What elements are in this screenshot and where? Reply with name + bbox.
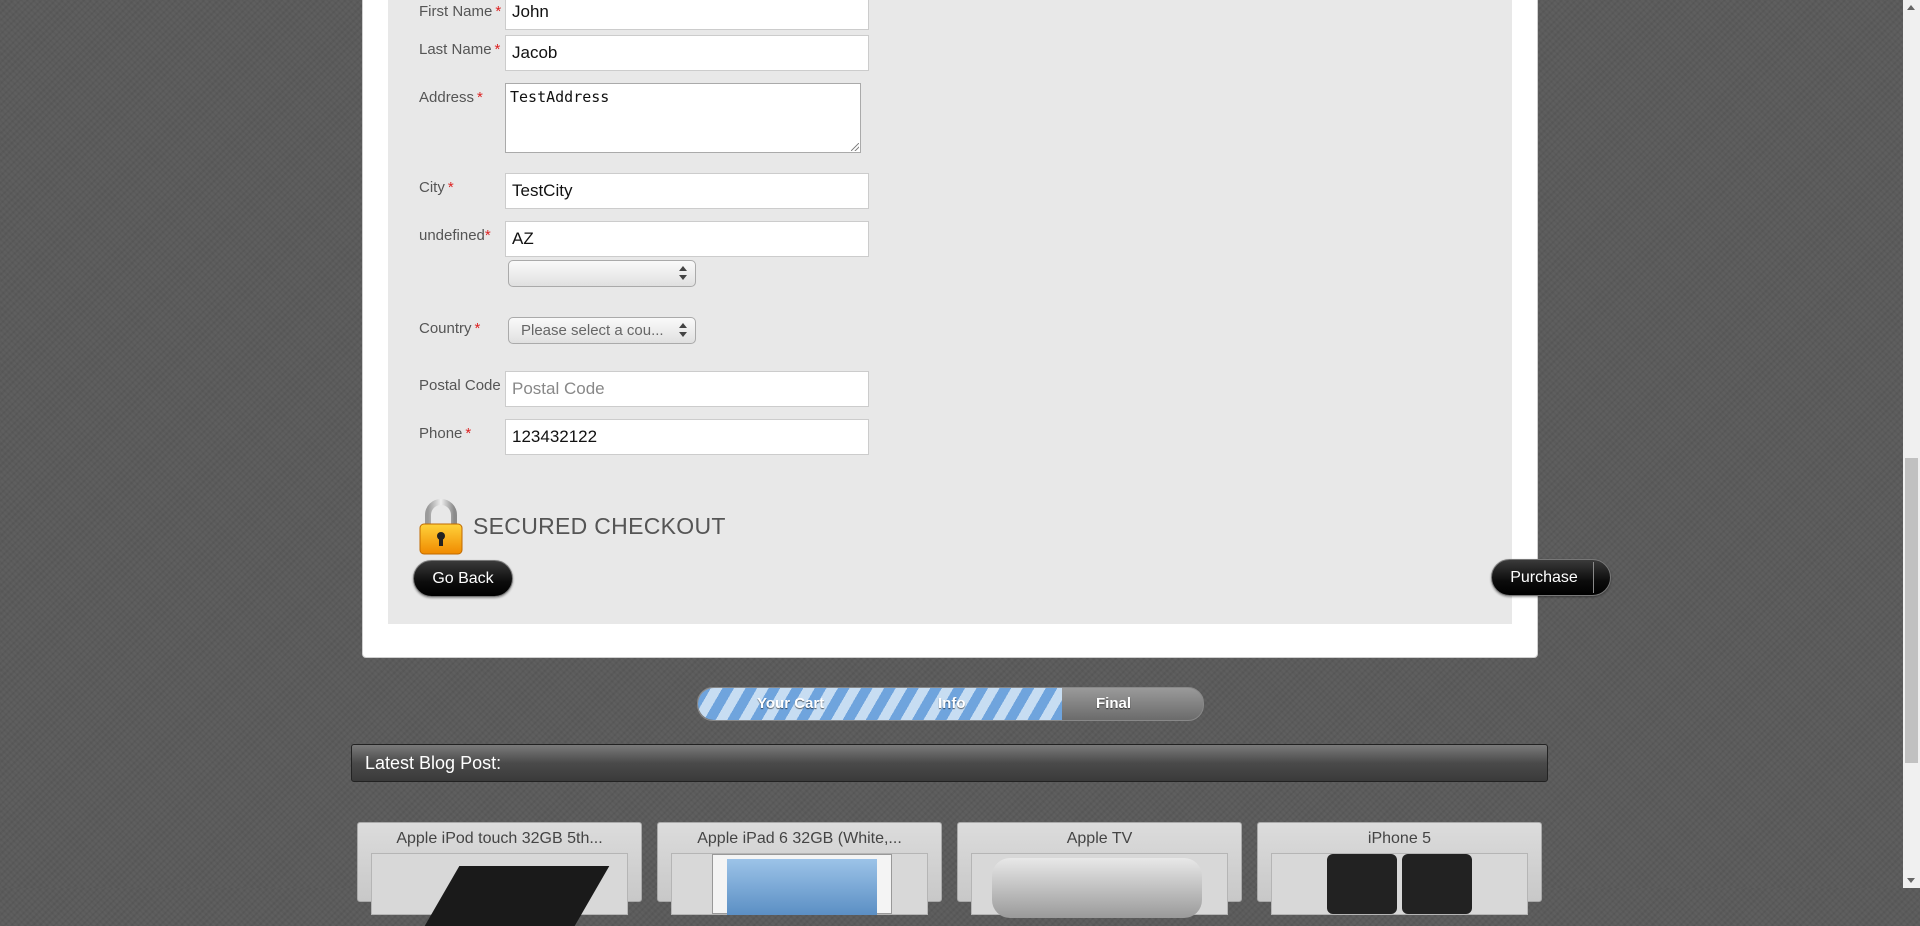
postal-code-input[interactable]: Postal Code	[505, 371, 869, 407]
city-input[interactable]: TestCity	[505, 173, 869, 209]
product-card[interactable]: iPhone 5	[1257, 822, 1542, 915]
phone-label: Phone *	[419, 425, 472, 442]
product-card[interactable]: Apple iPad 6 32GB (White,...	[657, 822, 942, 915]
first-name-label: First Name *	[419, 3, 502, 20]
progress-step-final: Final	[1096, 695, 1132, 712]
country-select[interactable]: Please select a cou...	[508, 317, 696, 344]
product-card[interactable]: Apple TV	[957, 822, 1242, 918]
checkout-progress-bar: Your Cart Info Final	[697, 687, 1204, 721]
product-thumbnail[interactable]	[371, 853, 628, 926]
country-label: Country *	[419, 320, 481, 337]
checkout-panel: First Name * John Last Name * Jacob Addres…	[362, 0, 1611, 658]
padlock-icon	[419, 499, 463, 555]
product-thumbnail[interactable]	[1271, 853, 1528, 915]
state-input[interactable]: AZ	[505, 221, 869, 257]
product-name[interactable]: Apple iPod touch 32GB 5th...	[358, 830, 641, 848]
progress-step-info: Info	[938, 695, 966, 712]
select-arrows-icon	[679, 266, 687, 280]
product-thumbnail[interactable]	[671, 853, 928, 915]
progress-step-your-cart: Your Cart	[757, 695, 825, 712]
purchase-button[interactable]: Purchase	[1491, 559, 1611, 596]
product-name[interactable]: iPhone 5	[1258, 830, 1541, 848]
city-label: City *	[419, 179, 454, 196]
select-arrows-icon	[679, 323, 687, 337]
secured-checkout-text: SECURED CHECKOUT	[473, 513, 726, 539]
state-label: undefined*	[419, 227, 491, 244]
scroll-down-icon[interactable]	[1907, 878, 1915, 883]
product-thumbnail[interactable]	[971, 853, 1228, 918]
address-textarea[interactable]: TestAddress	[505, 83, 861, 153]
product-card[interactable]: Apple iPod touch 32GB 5th...	[357, 822, 642, 926]
address-label: Address *	[419, 89, 483, 106]
postal-code-label: Postal Code	[419, 377, 501, 394]
product-name[interactable]: Apple TV	[958, 830, 1241, 848]
product-name[interactable]: Apple iPad 6 32GB (White,...	[658, 830, 941, 848]
scroll-up-icon[interactable]	[1907, 5, 1915, 10]
resize-grip-icon[interactable]	[851, 143, 859, 151]
scrollbar-thumb[interactable]	[1905, 458, 1918, 763]
page-scrollbar[interactable]	[1903, 0, 1920, 888]
checkout-form: First Name * John Last Name * Jacob Addres…	[388, 0, 1611, 624]
phone-input[interactable]: 123432122	[505, 419, 869, 455]
progress-fill	[698, 688, 1062, 720]
last-name-label: Last Name *	[419, 41, 501, 58]
go-back-button[interactable]: Go Back	[413, 560, 513, 597]
first-name-input[interactable]: John	[505, 0, 869, 30]
state-select[interactable]	[508, 260, 696, 287]
latest-blog-bar: Latest Blog Post:	[351, 744, 1548, 782]
latest-blog-title: Latest Blog Post:	[365, 753, 502, 773]
last-name-input[interactable]: Jacob	[505, 35, 869, 71]
